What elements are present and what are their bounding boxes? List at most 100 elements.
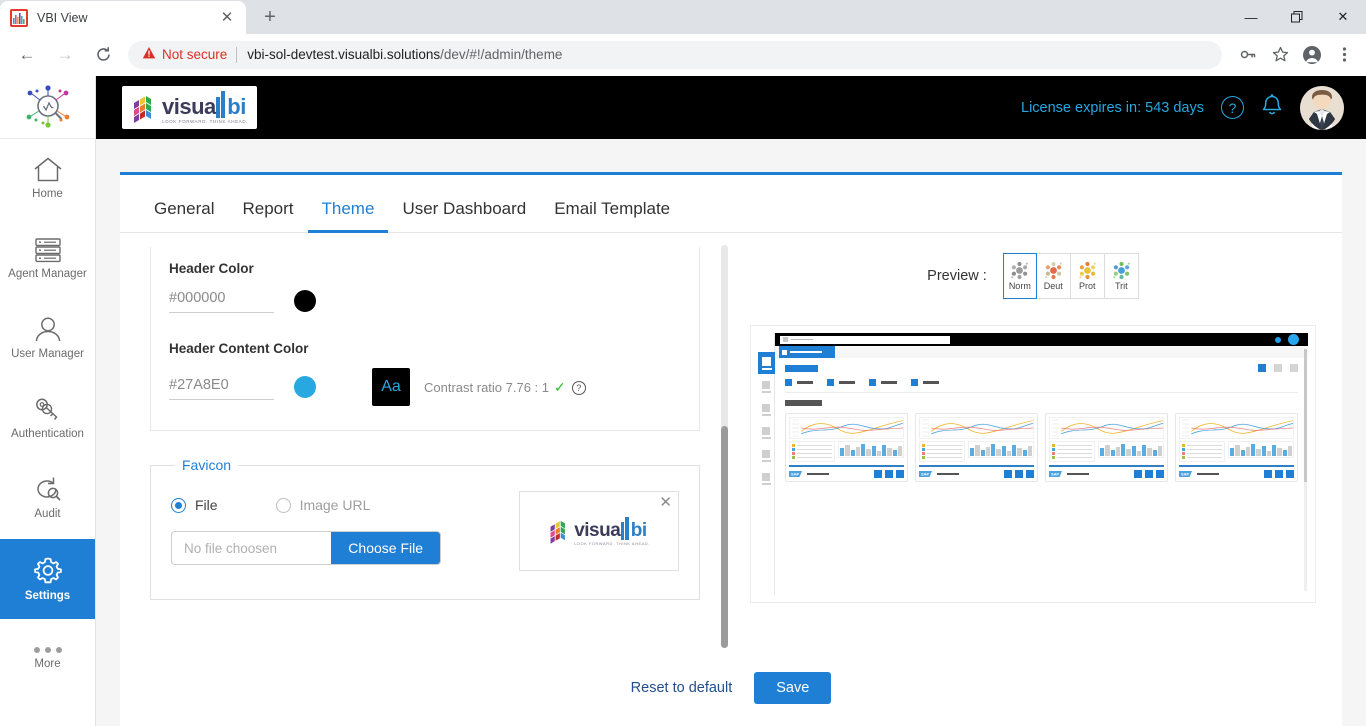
preview-mode-label: Trit (1114, 281, 1128, 291)
header-color-label: Header Color (169, 261, 254, 276)
minimize-icon[interactable]: — (1228, 0, 1274, 34)
header-content-color-label: Header Content Color (169, 341, 309, 356)
sidebar-item-label: Audit (34, 508, 61, 521)
bell-icon[interactable] (1261, 93, 1283, 122)
sidebar-item-audit[interactable]: Audit (0, 459, 95, 539)
radio-file[interactable]: File (171, 497, 218, 513)
sidebar-item-label: More (34, 657, 61, 670)
mockup-page-title (785, 364, 818, 372)
sidebar-item-agent-manager[interactable]: Agent Manager (0, 219, 95, 299)
mockup-title-row (785, 364, 1298, 372)
reload-icon[interactable] (88, 40, 118, 70)
mockup-card-divider (1049, 464, 1164, 467)
mockup-card: SAP (1045, 413, 1168, 482)
user-icon (33, 316, 63, 343)
close-icon[interactable]: ✕ (659, 495, 672, 510)
sidebar-item-user-manager[interactable]: User Manager (0, 299, 95, 379)
form-scrollbar-thumb[interactable] (721, 426, 728, 648)
mockup-card-grid: SAP SAP SAP SAP (785, 413, 1298, 482)
mockup-card-mid (1179, 441, 1294, 462)
header-color-input[interactable] (169, 288, 274, 313)
star-icon[interactable] (1266, 41, 1294, 69)
radio-image-url-label: Image URL (299, 497, 371, 513)
visualbi-logo[interactable]: visua bi LOOK FORWARD. THINK AHEAD. (122, 86, 258, 129)
preview-mode-trit[interactable]: Trit (1104, 253, 1139, 299)
colorblind-protanopia-icon (1079, 261, 1096, 280)
preview-mode-deut[interactable]: Deut (1036, 253, 1071, 299)
preview-mode-prot[interactable]: Prot (1070, 253, 1105, 299)
main-column: visua bi LOOK FORWARD. THINK AHEAD. Licen… (96, 76, 1366, 726)
favicon-inner: File Image URL No file choosen Choose Fi… (171, 483, 679, 571)
radio-selected-icon (171, 497, 186, 513)
sap-logo-icon: SAP (919, 471, 932, 477)
sap-logo-icon: SAP (1179, 471, 1192, 477)
mockup-card-divider (789, 464, 904, 467)
radio-image-url[interactable]: Image URL (275, 497, 371, 513)
close-icon[interactable]: ✕ (218, 9, 236, 27)
tab-theme[interactable]: Theme (307, 199, 389, 233)
mockup-bar-chart (1098, 441, 1164, 458)
header-color-swatch[interactable] (294, 289, 316, 312)
mockup-sidebar-item (758, 450, 774, 466)
save-button[interactable]: Save (754, 672, 832, 704)
colorblind-tritanopia-icon (1113, 261, 1130, 280)
mockup-legend (789, 441, 835, 462)
sidebar-item-settings[interactable]: Settings (0, 539, 95, 619)
mockup-filter (785, 379, 813, 386)
mockup-view-toggles (1258, 364, 1298, 372)
three-dot-menu-icon[interactable] (1330, 41, 1358, 69)
theme-form-column: Header Color Header Content Color (120, 233, 730, 662)
brand-tagline: LOOK FORWARD. THINK AHEAD. (162, 119, 249, 124)
form-scrollbar-track[interactable] (721, 245, 728, 648)
header-content-color-swatch[interactable] (294, 376, 316, 398)
address-bar[interactable]: Not secure vbi-sol-devtest.visualbi.solu… (128, 40, 1222, 69)
chart-favicon-icon (10, 8, 28, 27)
mockup-card-footer: SAP (1049, 470, 1164, 478)
mockup-sidebar-item (758, 404, 774, 420)
left-sidebar: Home Agent Manager User Manager Authenti… (0, 76, 96, 726)
sidebar-item-label: Settings (24, 589, 71, 602)
visualbi-network-logo[interactable] (0, 76, 95, 139)
tab-email-template[interactable]: Email Template (540, 199, 684, 233)
header-content-color-input[interactable] (169, 374, 274, 400)
mockup-filter-row (785, 379, 1298, 393)
mockup-filter (911, 379, 939, 386)
mockup-header (775, 333, 1308, 346)
mockup-bar-chart (968, 441, 1034, 458)
tab-user-dashboard[interactable]: User Dashboard (388, 199, 540, 233)
preview-mode-norm[interactable]: Norm (1002, 253, 1037, 299)
mockup-body: SAP SAP SAP SAP (775, 358, 1308, 595)
mockup-line-chart (1049, 417, 1164, 439)
sidebar-item-authentication[interactable]: Authentication (0, 379, 95, 459)
restore-icon[interactable] (1274, 0, 1320, 34)
audit-search-icon (33, 476, 63, 503)
form-actions: Reset to default Save (120, 662, 1342, 726)
tab-general[interactable]: General (140, 199, 228, 233)
favicon-preview-logo: visua bi LOOK FORWARD. THINK AHEAD. (548, 516, 650, 546)
user-avatar[interactable] (1300, 85, 1344, 130)
address-bar-url: vbi-sol-devtest.visualbi.solutions/dev/#… (247, 47, 563, 62)
favicon-preview: ✕ visua bi LOOK FORWARD. THINK AHEAD. (519, 491, 679, 571)
profile-avatar-icon[interactable] (1298, 41, 1326, 69)
tab-report[interactable]: Report (228, 199, 307, 233)
reset-to-default-button[interactable]: Reset to default (631, 680, 733, 696)
forward-arrow-icon[interactable]: → (50, 40, 80, 70)
app-header: visua bi LOOK FORWARD. THINK AHEAD. Licen… (96, 76, 1366, 139)
question-mark-icon[interactable]: ? (1221, 96, 1244, 119)
key-icon[interactable] (1234, 41, 1262, 69)
window-close-icon[interactable]: ✕ (1320, 0, 1366, 34)
mockup-card-footer: SAP (1179, 470, 1294, 478)
back-arrow-icon[interactable]: ← (12, 40, 42, 70)
application-window: Home Agent Manager User Manager Authenti… (0, 76, 1366, 726)
plus-icon[interactable]: + (256, 3, 284, 31)
question-mark-icon[interactable]: ? (571, 381, 586, 396)
sidebar-item-more[interactable]: More (0, 619, 95, 699)
browser-tab-strip: VBI View ✕ + — ✕ (0, 0, 1366, 34)
mockup-card-footer: SAP (789, 470, 904, 478)
choose-file-button[interactable]: Choose File (331, 532, 440, 564)
svg-text:SAP: SAP (791, 472, 800, 477)
sidebar-item-label: Agent Manager (8, 267, 87, 280)
sidebar-item-home[interactable]: Home (0, 139, 95, 219)
mockup-sidebar (758, 333, 775, 595)
browser-tab[interactable]: VBI View ✕ (0, 1, 246, 34)
